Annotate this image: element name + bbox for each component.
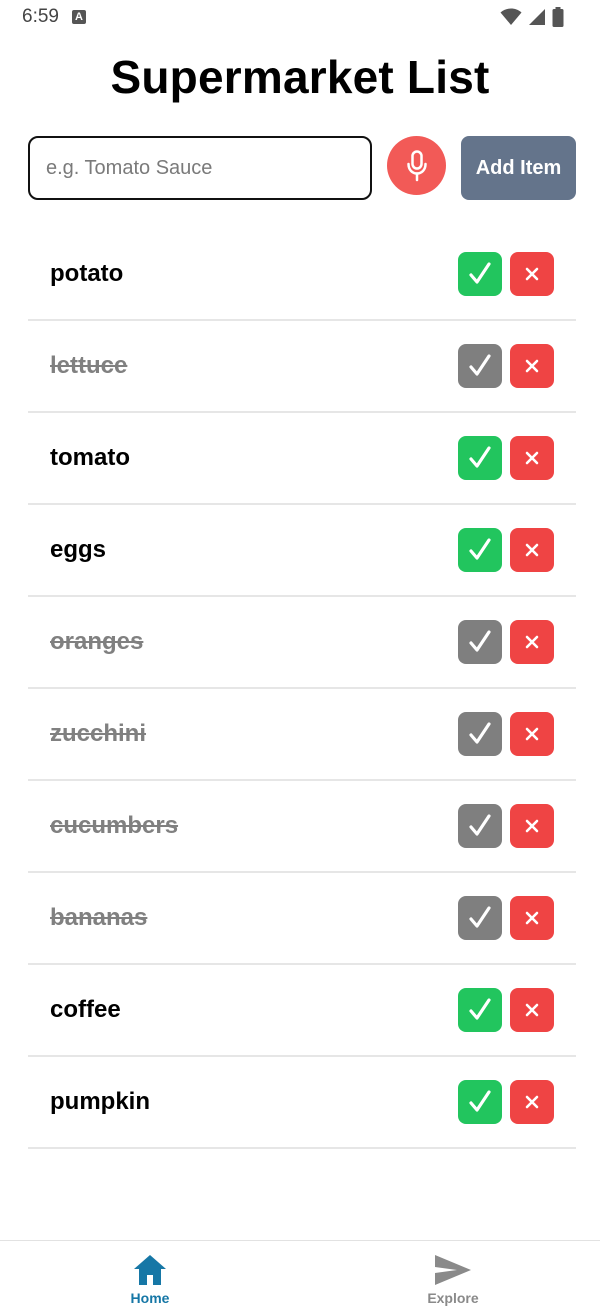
checkmark-icon <box>469 354 491 376</box>
list-item: tomato <box>28 413 576 505</box>
signal-icon <box>529 9 545 25</box>
checkmark-icon <box>469 722 491 744</box>
checkmark-icon <box>469 814 491 836</box>
list-item: lettuce <box>28 321 576 413</box>
delete-button[interactable] <box>510 252 554 296</box>
page-title: Supermarket List <box>110 51 490 103</box>
check-button[interactable] <box>458 344 502 388</box>
shopping-list: potato lettuce tomato eggs oranges zucchini cu… <box>28 229 576 1149</box>
microphone-button[interactable] <box>387 136 446 195</box>
delete-button[interactable] <box>510 344 554 388</box>
list-item: cucumbers <box>28 781 576 873</box>
check-button[interactable] <box>458 528 502 572</box>
list-item: eggs <box>28 505 576 597</box>
a-letter-icon: A <box>72 10 86 24</box>
microphone-icon <box>406 149 427 181</box>
battery-icon <box>552 7 564 27</box>
check-button[interactable] <box>458 712 502 756</box>
status-bar: 6:59 A <box>0 0 600 34</box>
close-icon <box>525 727 539 741</box>
tab-explore-label: Explore <box>427 1290 479 1306</box>
status-time: 6:59 <box>22 6 59 27</box>
close-icon <box>525 635 539 649</box>
check-button[interactable] <box>458 804 502 848</box>
checkmark-icon <box>469 906 491 928</box>
check-button[interactable] <box>458 1080 502 1124</box>
list-item: zucchini <box>28 689 576 781</box>
close-icon <box>525 267 539 281</box>
close-icon <box>525 1095 539 1109</box>
tab-home[interactable]: Home <box>0 1241 300 1312</box>
list-item: oranges <box>28 597 576 689</box>
close-icon <box>525 819 539 833</box>
item-label: cucumbers <box>50 812 179 839</box>
delete-button[interactable] <box>510 712 554 756</box>
home-icon <box>134 1255 166 1285</box>
add-item-button[interactable]: Add Item <box>461 136 576 200</box>
check-button[interactable] <box>458 988 502 1032</box>
bottom-nav: Home Explore <box>0 1240 600 1312</box>
delete-button[interactable] <box>510 804 554 848</box>
close-icon <box>525 1003 539 1017</box>
item-label: potato <box>50 260 124 287</box>
checkmark-icon <box>469 630 491 652</box>
check-button[interactable] <box>458 436 502 480</box>
checkmark-icon <box>469 538 491 560</box>
wifi-icon <box>500 8 522 25</box>
item-label: zucchini <box>50 720 147 747</box>
tab-home-label: Home <box>130 1290 170 1306</box>
check-button[interactable] <box>458 252 502 296</box>
delete-button[interactable] <box>510 620 554 664</box>
delete-button[interactable] <box>510 988 554 1032</box>
checkmark-icon <box>469 998 491 1020</box>
list-item: pumpkin <box>28 1057 576 1149</box>
delete-button[interactable] <box>510 436 554 480</box>
check-button[interactable] <box>458 896 502 940</box>
tab-explore[interactable]: Explore <box>303 1241 600 1312</box>
close-icon <box>525 451 539 465</box>
add-item-label: Add Item <box>475 156 562 179</box>
item-label: pumpkin <box>50 1088 150 1115</box>
checkmark-icon <box>469 1090 491 1112</box>
delete-button[interactable] <box>510 1080 554 1124</box>
check-button[interactable] <box>458 620 502 664</box>
list-item: bananas <box>28 873 576 965</box>
list-item: potato <box>28 229 576 321</box>
item-label: oranges <box>50 628 144 655</box>
close-icon <box>525 359 539 373</box>
delete-button[interactable] <box>510 528 554 572</box>
delete-button[interactable] <box>510 896 554 940</box>
list-item: coffee <box>28 965 576 1057</box>
item-label: lettuce <box>50 352 128 379</box>
item-label: tomato <box>50 444 130 471</box>
status-icons <box>500 7 564 27</box>
item-label: coffee <box>50 996 121 1023</box>
item-label: eggs <box>50 536 107 563</box>
checkmark-icon <box>469 262 491 284</box>
item-label: bananas <box>50 904 148 931</box>
checkmark-icon <box>469 446 491 468</box>
close-icon <box>525 911 539 925</box>
close-icon <box>525 543 539 557</box>
send-icon <box>435 1255 471 1285</box>
add-item-form: Add Item <box>28 136 576 200</box>
item-input[interactable] <box>28 136 372 200</box>
